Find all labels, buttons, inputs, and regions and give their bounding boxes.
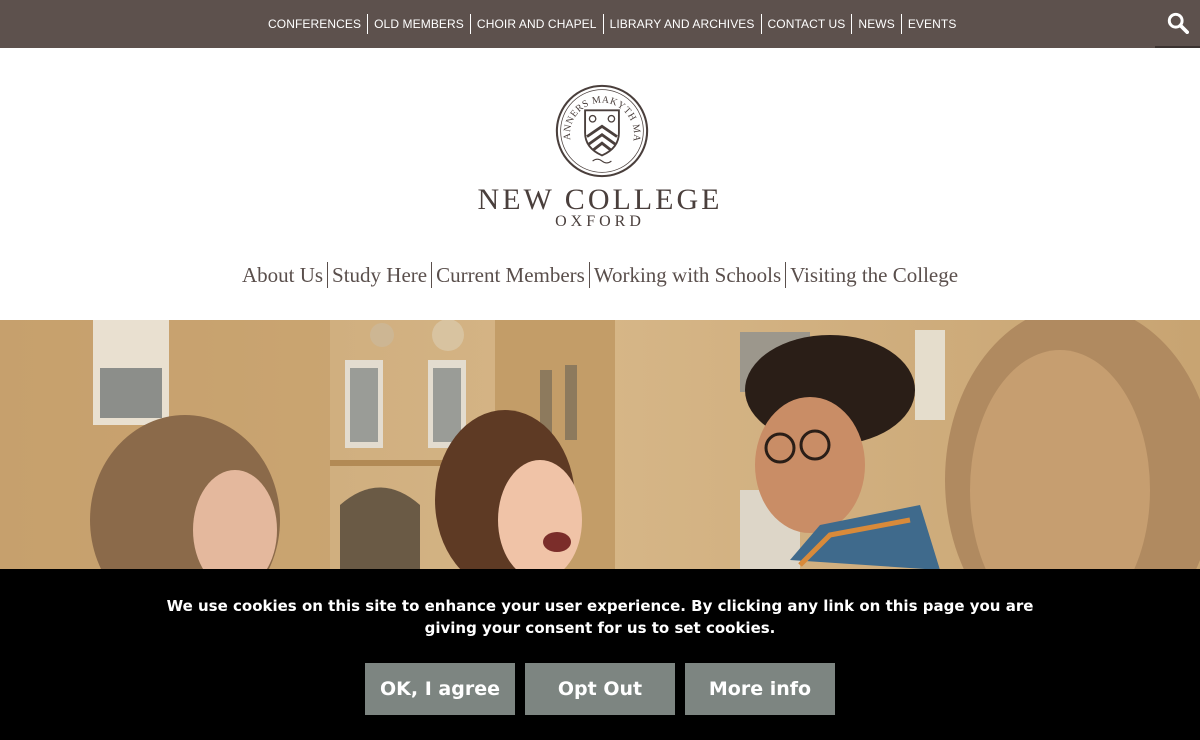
- hero-photo-students: [0, 320, 1200, 570]
- cookie-message: We use cookies on this site to enhance y…: [166, 597, 1034, 637]
- utility-link-news[interactable]: NEWS: [852, 14, 902, 34]
- utility-link-old-members[interactable]: OLD MEMBERS: [368, 14, 471, 34]
- cookie-agree-button[interactable]: OK, I agree: [365, 663, 515, 715]
- nav-about-us[interactable]: About Us: [238, 262, 329, 288]
- nav-working-with-schools[interactable]: Working with Schools: [590, 262, 787, 288]
- cookie-button-group: OK, I agree Opt Out More info: [365, 663, 835, 715]
- main-nav: About Us Study Here Current Members Work…: [0, 260, 1200, 290]
- college-subname: OXFORD: [555, 213, 645, 230]
- college-logo[interactable]: MANNERS MAKYTH MAN NEW COLLEGE OXFORD: [0, 48, 1200, 248]
- nav-current-members[interactable]: Current Members: [432, 262, 590, 288]
- nav-study-here[interactable]: Study Here: [328, 262, 433, 288]
- utility-link-contact-us[interactable]: CONTACT US: [762, 14, 853, 34]
- utility-nav: CONFERENCES OLD MEMBERS CHOIR AND CHAPEL…: [262, 14, 962, 34]
- utility-link-events[interactable]: EVENTS: [902, 14, 963, 34]
- hero-image: [0, 320, 1200, 570]
- utility-link-conferences[interactable]: CONFERENCES: [262, 14, 369, 34]
- cookie-optout-button[interactable]: Opt Out: [525, 663, 675, 715]
- utility-link-library-and-archives[interactable]: LIBRARY AND ARCHIVES: [604, 14, 762, 34]
- cookie-more-info-button[interactable]: More info: [685, 663, 835, 715]
- cookie-banner: We use cookies on this site to enhance y…: [0, 569, 1200, 740]
- nav-visiting-the-college[interactable]: Visiting the College: [786, 262, 962, 288]
- search-icon: [1167, 12, 1189, 34]
- search-button[interactable]: [1155, 0, 1200, 48]
- top-utility-bar: CONFERENCES OLD MEMBERS CHOIR AND CHAPEL…: [0, 0, 1200, 48]
- college-name: NEW COLLEGE: [477, 183, 723, 216]
- utility-link-choir-and-chapel[interactable]: CHOIR AND CHAPEL: [471, 14, 604, 34]
- college-crest-icon: MANNERS MAKYTH MAN: [555, 84, 649, 178]
